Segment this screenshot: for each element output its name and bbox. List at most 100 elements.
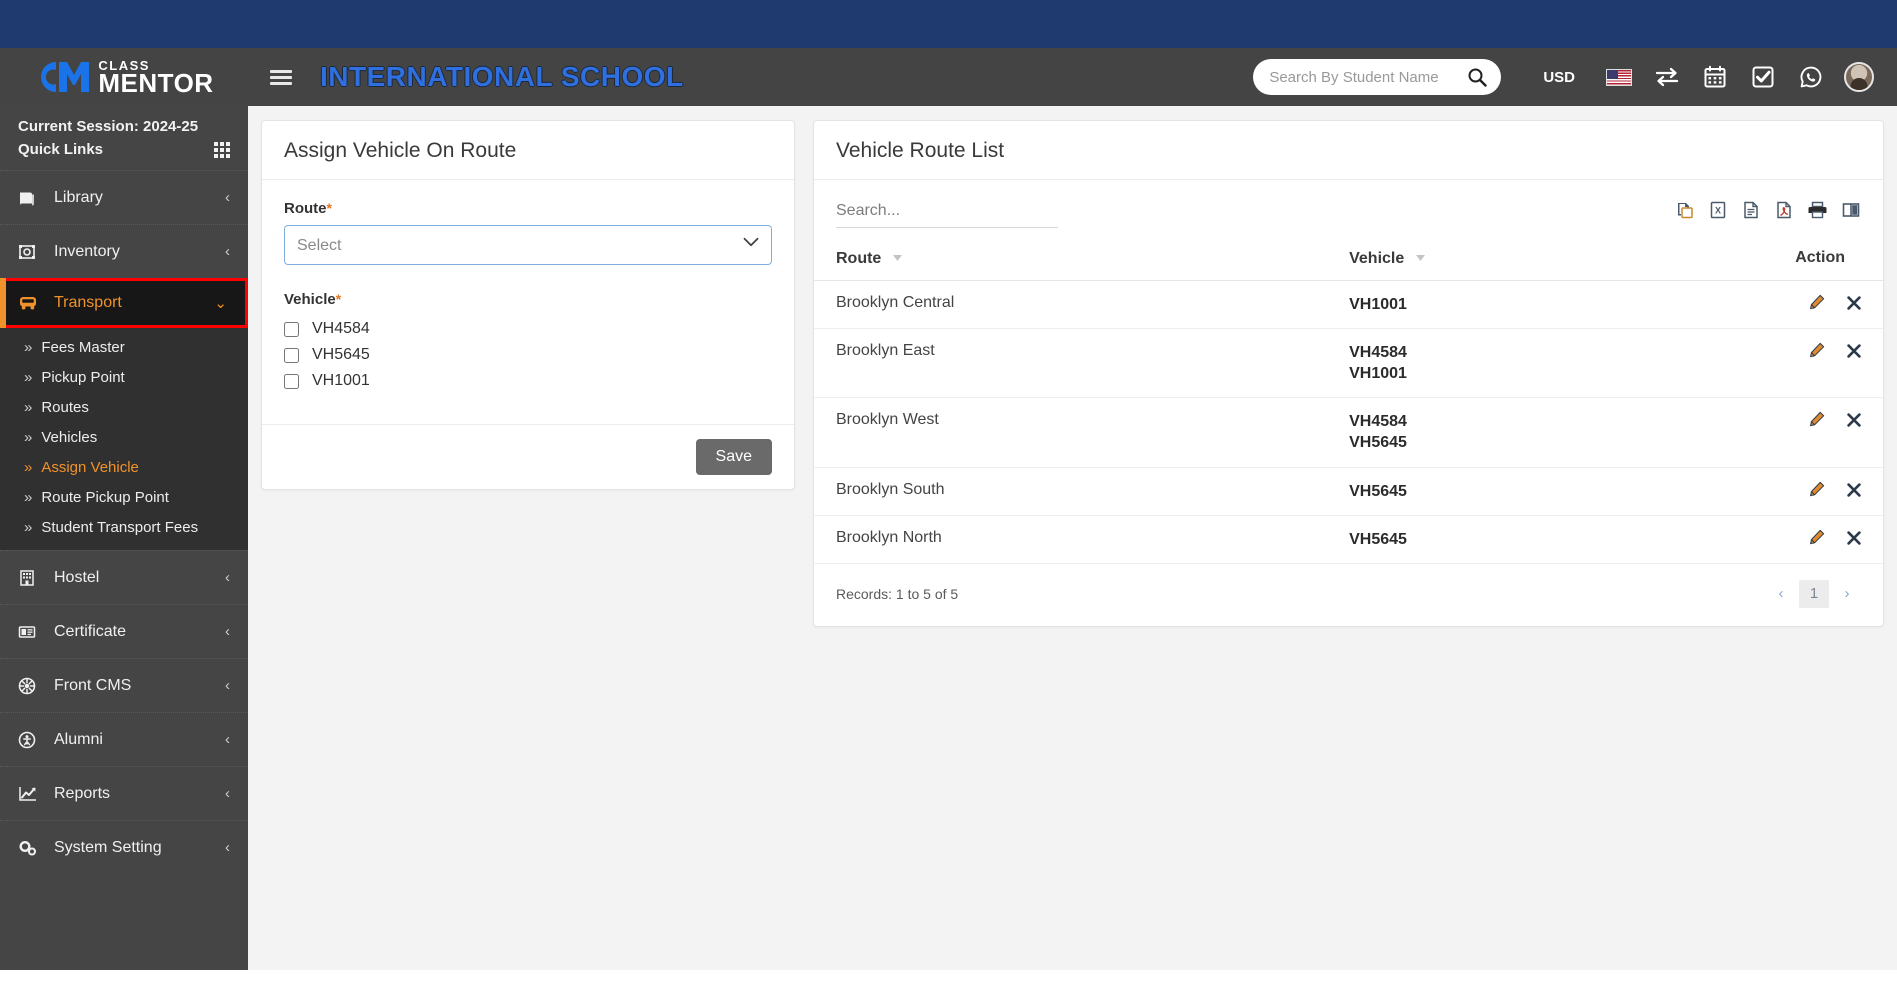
us-flag-icon[interactable] xyxy=(1595,55,1643,99)
vehicle-route-list-card: Vehicle Route List X xyxy=(813,120,1884,627)
search-icon[interactable] xyxy=(1467,67,1488,87)
pagination-page-1[interactable]: 1 xyxy=(1799,579,1829,608)
column-header-action: Action xyxy=(1754,240,1883,281)
delete-row-icon[interactable] xyxy=(1847,344,1861,358)
sidebar-item-label: Inventory xyxy=(54,242,120,260)
submenu-item-label: Assign Vehicle xyxy=(41,458,139,476)
vehicle-value: VH5645 xyxy=(1349,530,1407,548)
vehicle-value: VH5645 xyxy=(1349,482,1407,500)
vehicle-checkbox-vh1001[interactable] xyxy=(284,373,299,389)
grid-icon[interactable] xyxy=(214,141,230,158)
route-label-text: Route xyxy=(284,200,327,217)
csv-export-icon[interactable] xyxy=(1741,200,1761,220)
list-search-input[interactable] xyxy=(836,198,1058,228)
task-check-icon[interactable] xyxy=(1739,55,1787,99)
pagination: ‹ 1 › xyxy=(1767,579,1861,608)
sidebar-item-hostel[interactable]: Hostel ‹ xyxy=(0,550,248,604)
search-input[interactable] xyxy=(1269,68,1464,86)
assign-vehicle-form: Route* Select Vehicle* VH4584 VH5645 VH1… xyxy=(262,180,794,398)
pagination-prev[interactable]: ‹ xyxy=(1767,580,1795,608)
cell-actions xyxy=(1754,515,1883,564)
chevron-double-right-icon: » xyxy=(24,338,33,356)
vehicle-checkbox-row[interactable]: VH5645 xyxy=(284,342,772,368)
delete-row-icon[interactable] xyxy=(1847,482,1861,497)
vehicle-checkbox-label: VH5645 xyxy=(312,346,370,363)
currency-selector[interactable]: USD xyxy=(1523,69,1595,86)
sidebar-item-library[interactable]: Library ‹ xyxy=(0,170,248,224)
edit-row-icon[interactable] xyxy=(1809,342,1825,358)
sidebar-item-label: Library xyxy=(54,188,103,206)
sidebar-item-label: Certificate xyxy=(54,622,127,640)
chevron-double-right-icon: » xyxy=(24,458,33,476)
user-avatar[interactable] xyxy=(1835,55,1883,99)
edit-row-icon[interactable] xyxy=(1809,294,1825,310)
sidebar-item-system-setting[interactable]: System Setting ‹ xyxy=(0,820,248,874)
cell-route: Brooklyn Central xyxy=(814,280,1328,330)
table-header-row: Route Vehicle Action xyxy=(814,240,1883,281)
pagination-next[interactable]: › xyxy=(1833,580,1861,608)
vehicle-field-label: Vehicle* xyxy=(284,291,772,308)
chevron-left-icon: ‹ xyxy=(225,623,230,640)
vehicle-checkbox-row[interactable]: VH4584 xyxy=(284,316,772,342)
delete-row-icon[interactable] xyxy=(1847,296,1861,310)
edit-row-icon[interactable] xyxy=(1809,529,1825,545)
vehicle-value: VH4584 xyxy=(1349,344,1407,362)
chevron-left-icon: ‹ xyxy=(225,569,230,586)
submenu-item-fees-master[interactable]: » Fees Master xyxy=(0,332,248,362)
vehicle-checkbox-vh4584[interactable] xyxy=(284,321,299,337)
sidebar-item-reports[interactable]: Reports ‹ xyxy=(0,766,248,820)
chevron-double-right-icon: » xyxy=(24,368,33,386)
column-header-route[interactable]: Route xyxy=(814,240,1328,281)
copy-icon[interactable] xyxy=(1675,200,1695,220)
vehicle-checkbox-vh5645[interactable] xyxy=(284,347,299,363)
sidebar-item-front-cms[interactable]: Front CMS ‹ xyxy=(0,658,248,712)
whatsapp-icon[interactable] xyxy=(1787,55,1835,99)
vehicle-checkbox-row[interactable]: VH1001 xyxy=(284,368,772,394)
alumni-icon xyxy=(18,731,44,749)
pdf-export-icon[interactable] xyxy=(1774,200,1794,220)
quick-links-button[interactable]: Quick Links xyxy=(0,139,248,170)
submenu-item-label: Pickup Point xyxy=(41,368,125,386)
submenu-item-pickup-point[interactable]: » Pickup Point xyxy=(0,362,248,392)
submenu-item-route-pickup-point[interactable]: » Route Pickup Point xyxy=(0,482,248,512)
save-button[interactable]: Save xyxy=(695,439,772,475)
sidebar-item-certificate[interactable]: Certificate ‹ xyxy=(0,604,248,658)
print-icon[interactable] xyxy=(1807,200,1828,220)
student-search-box[interactable] xyxy=(1253,59,1502,95)
sidebar-item-alumni[interactable]: Alumni ‹ xyxy=(0,712,248,766)
table-row: Brooklyn Central VH1001 xyxy=(814,280,1883,330)
chevron-down-icon: ⌄ xyxy=(214,295,227,312)
submenu-item-assign-vehicle[interactable]: » Assign Vehicle xyxy=(0,452,248,482)
chevron-left-icon: ‹ xyxy=(225,839,230,856)
header-actions: USD xyxy=(1253,55,1897,99)
cell-actions xyxy=(1754,467,1883,516)
column-visibility-icon[interactable] xyxy=(1841,200,1861,220)
required-asterisk: * xyxy=(326,200,332,216)
delete-row-icon[interactable] xyxy=(1847,530,1861,545)
excel-export-icon[interactable]: X xyxy=(1708,200,1728,220)
sort-arrow-icon xyxy=(892,248,902,266)
delete-row-icon[interactable] xyxy=(1847,413,1861,428)
chevron-double-right-icon: » xyxy=(24,488,33,506)
route-field-label: Route* xyxy=(284,200,772,217)
exchange-arrows-icon[interactable] xyxy=(1643,55,1691,99)
edit-row-icon[interactable] xyxy=(1809,411,1825,427)
submenu-item-routes[interactable]: » Routes xyxy=(0,392,248,422)
submenu-item-student-transport-fees[interactable]: » Student Transport Fees xyxy=(0,512,248,542)
edit-row-icon[interactable] xyxy=(1809,481,1825,497)
hamburger-icon[interactable] xyxy=(270,69,292,85)
submenu-item-label: Fees Master xyxy=(41,338,125,356)
sidebar-item-inventory[interactable]: Inventory ‹ xyxy=(0,224,248,278)
submenu-item-vehicles[interactable]: » Vehicles xyxy=(0,422,248,452)
submenu-item-label: Student Transport Fees xyxy=(41,518,199,536)
brand-logo[interactable]: CLASS MENTOR xyxy=(0,48,248,106)
page-title: INTERNATIONAL SCHOOL xyxy=(320,61,684,92)
chart-line-icon xyxy=(18,785,44,803)
cell-route: Brooklyn West xyxy=(814,397,1328,468)
column-header-vehicle[interactable]: Vehicle xyxy=(1327,240,1755,281)
calendar-icon[interactable] xyxy=(1691,55,1739,99)
sidebar-item-transport[interactable]: Transport ⌄ xyxy=(0,278,248,328)
route-select[interactable]: Select xyxy=(284,225,772,265)
submenu-item-label: Route Pickup Point xyxy=(41,488,169,506)
table-row: Brooklyn South VH5645 xyxy=(814,467,1883,516)
